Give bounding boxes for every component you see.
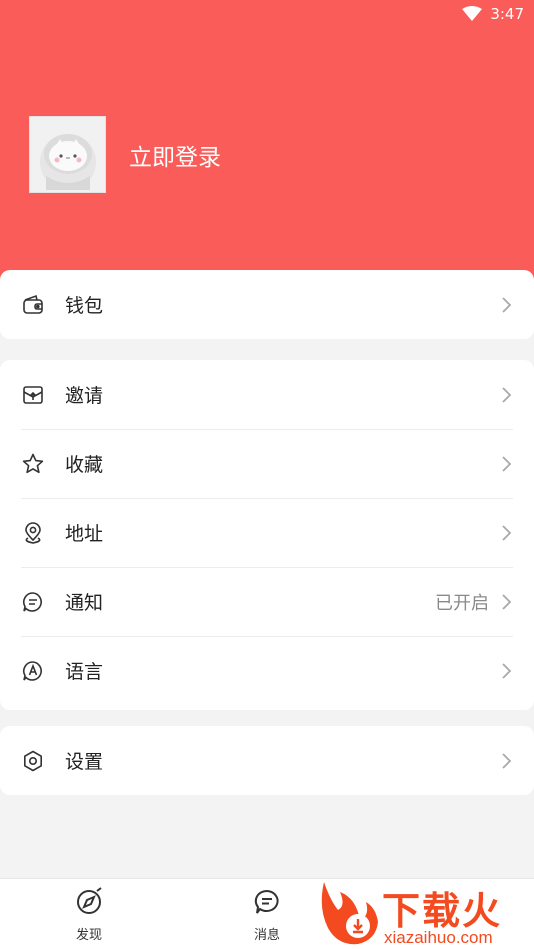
menu-item-favorites[interactable]: 收藏 [0, 429, 534, 498]
tab-discover[interactable]: 发现 [49, 887, 129, 943]
watermark-subtitle: xiazaihuo.com [384, 928, 493, 947]
login-button[interactable]: 立即登录 [129, 138, 221, 172]
menu-item-wallet[interactable]: 钱包 [0, 270, 534, 339]
chevron-right-icon [499, 523, 513, 543]
message-icon [21, 590, 45, 614]
chevron-right-icon [499, 751, 513, 771]
menu-item-settings[interactable]: 设置 [0, 726, 534, 795]
chevron-right-icon [499, 295, 513, 315]
menu-label-invite: 邀请 [65, 385, 104, 407]
menu-card-wallet: 钱包 [0, 270, 534, 339]
menu-card-main: 邀请 收藏 地址 通知 已开启 语言 [0, 360, 534, 710]
menu-label-favorites: 收藏 [65, 454, 104, 476]
tab-messages[interactable]: 消息 [227, 887, 307, 943]
menu-label-language: 语言 [65, 661, 104, 683]
status-time: 3:47 [490, 5, 524, 23]
menu-item-language[interactable]: 语言 [0, 636, 534, 705]
invite-icon [21, 383, 45, 407]
notification-status: 已开启 [435, 592, 489, 614]
menu-card-settings: 设置 [0, 726, 534, 795]
watermark-logo: 下载火 xiazaihuo.com [316, 876, 534, 949]
menu-item-notification[interactable]: 通知 已开启 [0, 567, 534, 636]
avatar[interactable] [29, 116, 106, 193]
tab-label-messages: 消息 [253, 928, 280, 943]
avatar-placeholder-icon [39, 133, 96, 190]
menu-label-settings: 设置 [65, 751, 104, 773]
profile-header: 3:47 立即登录 [0, 0, 534, 290]
chevron-right-icon [499, 661, 513, 681]
status-bar: 3:47 [462, 0, 534, 28]
language-icon [21, 659, 45, 683]
star-icon [21, 452, 45, 476]
flame-logo-icon [321, 882, 378, 945]
menu-label-notification: 通知 [65, 592, 104, 614]
chevron-right-icon [499, 454, 513, 474]
menu-item-address[interactable]: 地址 [0, 498, 534, 567]
compass-icon [74, 887, 104, 921]
wallet-icon [21, 293, 45, 317]
menu-item-invite[interactable]: 邀请 [0, 360, 534, 429]
chevron-right-icon [499, 385, 513, 405]
chevron-right-icon [499, 592, 513, 612]
tab-label-discover: 发现 [75, 928, 102, 943]
watermark-title: 下载火 [382, 889, 503, 933]
chat-icon [252, 887, 282, 921]
gear-icon [21, 749, 45, 773]
wifi-icon [462, 6, 483, 22]
location-icon [21, 521, 45, 545]
menu-label-wallet: 钱包 [65, 295, 104, 317]
menu-label-address: 地址 [65, 523, 104, 545]
